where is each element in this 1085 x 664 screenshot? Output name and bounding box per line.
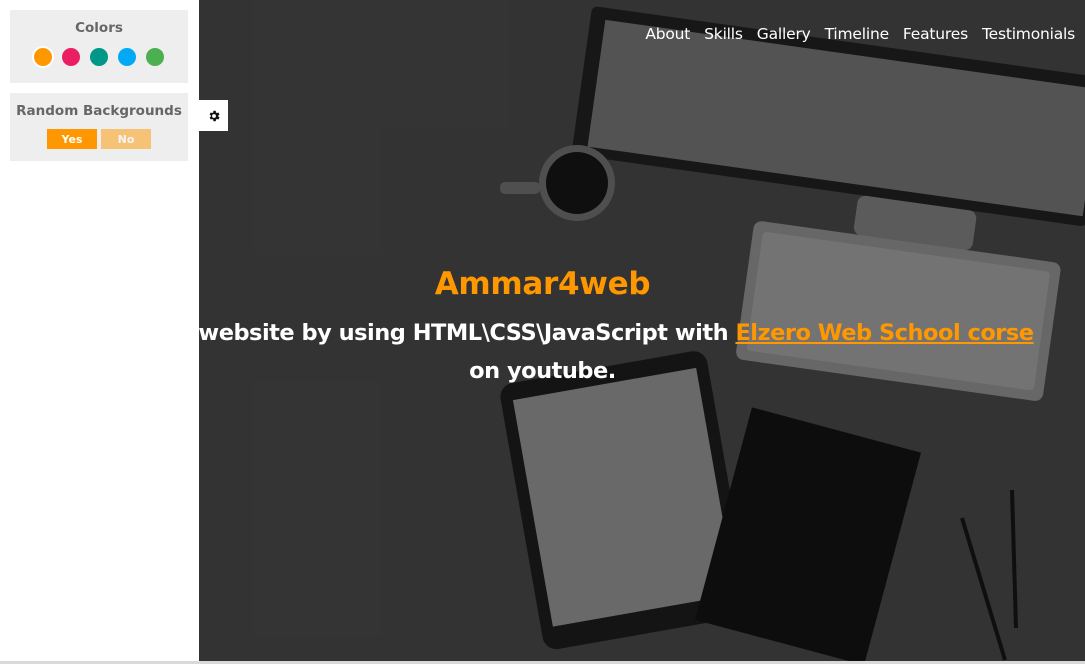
no-button[interactable]: No	[101, 129, 151, 149]
random-backgrounds-toggle: Yes No	[10, 129, 188, 149]
settings-toggle-button[interactable]	[199, 100, 228, 131]
color-swatches	[10, 48, 188, 66]
intro-text-before: his website by using HTML\CSS\JavaScript…	[155, 320, 736, 346]
nav-link-features[interactable]: Features	[903, 25, 968, 43]
color-swatch-teal[interactable]	[90, 48, 108, 66]
nav-link-testimonials[interactable]: Testimonials	[982, 25, 1075, 43]
color-swatch-orange[interactable]	[34, 48, 52, 66]
gear-icon	[209, 110, 220, 121]
colors-option: Colors	[10, 10, 188, 83]
colors-title: Colors	[75, 20, 123, 36]
random-backgrounds-option: Random Backgrounds Yes No	[10, 93, 188, 161]
intro-text-after: on youtube.	[469, 358, 616, 384]
nav-link-skills[interactable]: Skills	[704, 25, 743, 43]
settings-panel: Colors Random Backgrounds Yes No	[0, 0, 199, 664]
nav-link-about[interactable]: About	[645, 25, 690, 43]
yes-button[interactable]: Yes	[47, 129, 97, 149]
nav-link-gallery[interactable]: Gallery	[757, 25, 811, 43]
random-backgrounds-title: Random Backgrounds	[16, 103, 182, 119]
color-swatch-blue[interactable]	[118, 48, 136, 66]
color-swatch-pink[interactable]	[62, 48, 80, 66]
course-link[interactable]: Elzero Web School corse	[735, 320, 1034, 346]
color-swatch-green[interactable]	[146, 48, 164, 66]
main-nav: About Skills Gallery Timeline Features T…	[645, 24, 1075, 43]
nav-link-timeline[interactable]: Timeline	[825, 25, 890, 43]
